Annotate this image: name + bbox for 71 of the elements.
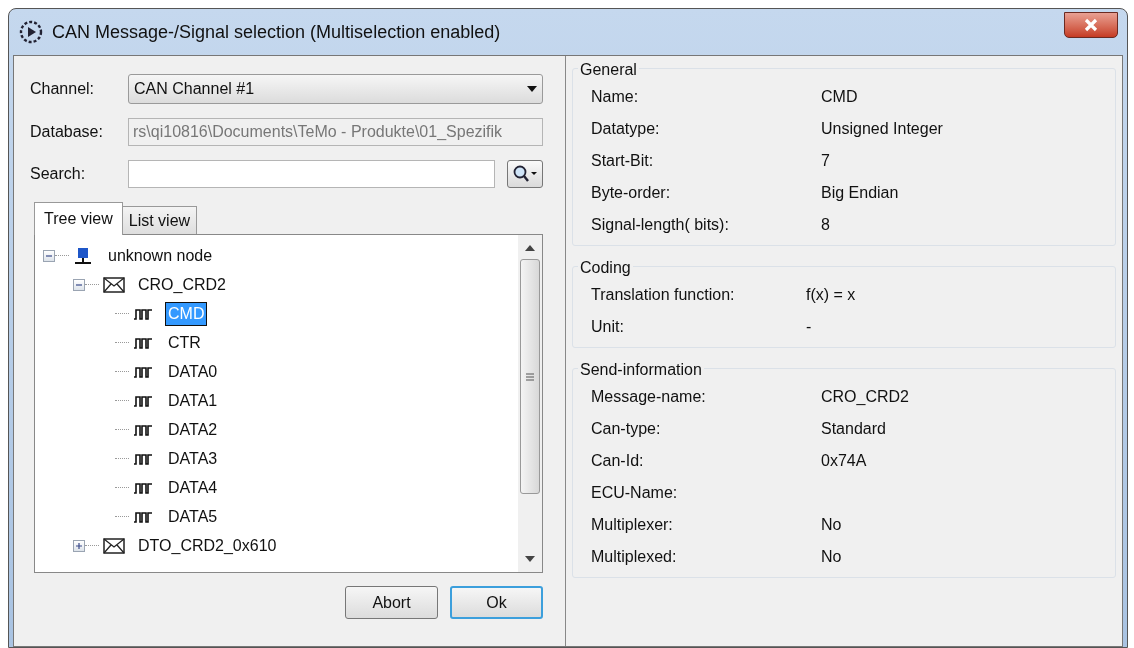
pulse-signal-icon — [133, 307, 153, 320]
tree-item[interactable]: DATA3 — [165, 447, 221, 470]
field-label: Channel: — [30, 79, 96, 99]
property-value: No — [821, 547, 842, 567]
pulse-signal-icon — [133, 423, 153, 436]
property-value: No — [821, 515, 842, 535]
plus-icon — [75, 541, 83, 550]
grip-icon — [526, 372, 534, 381]
property-value: Standard — [821, 419, 886, 439]
scrollbar-thumb[interactable] — [520, 259, 540, 494]
property-value: Big Endian — [821, 183, 899, 203]
property-value: CMD — [821, 87, 858, 107]
field-label: Search: — [30, 164, 87, 184]
tree-item[interactable]: CRO_CRD2 — [135, 273, 229, 296]
property-label: Translation function: — [591, 285, 736, 305]
property-label: Name: — [591, 87, 640, 107]
view-tab[interactable]: List view — [121, 206, 198, 234]
property-label: Message-name: — [591, 387, 707, 407]
scroll-down-icon[interactable] — [525, 556, 535, 562]
tree-item[interactable]: DTO_CRD2_0x610 — [135, 534, 280, 557]
search-icon — [512, 165, 538, 183]
property-label: Byte-order: — [591, 183, 672, 203]
property-value: - — [806, 317, 812, 337]
tree-item[interactable]: CTR — [165, 331, 204, 354]
search-button[interactable] — [507, 160, 543, 188]
property-label: Can-type: — [591, 419, 662, 439]
property-value: 7 — [821, 151, 830, 171]
app-gear-icon — [18, 19, 44, 45]
field-label: Database: — [30, 122, 104, 142]
dropdown-arrow-icon — [527, 86, 537, 92]
property-value: 0x74A — [821, 451, 867, 471]
property-label: Multiplexed: — [591, 547, 678, 567]
pulse-signal-icon — [133, 481, 153, 494]
search-field[interactable] — [128, 160, 495, 188]
expand-toggle[interactable] — [73, 539, 85, 552]
pulse-signal-icon — [133, 365, 153, 378]
close-button[interactable] — [1064, 12, 1118, 38]
property-value: 8 — [821, 215, 830, 235]
property-label: Datatype: — [591, 119, 661, 139]
property-label: Multiplexer: — [591, 515, 674, 535]
pulse-signal-icon — [133, 452, 153, 465]
collapse-toggle[interactable] — [73, 278, 85, 291]
property-label: Can-Id: — [591, 451, 645, 471]
dialog-button[interactable]: Ok — [450, 586, 543, 619]
property-value: Unsigned Integer — [821, 119, 943, 139]
pulse-signal-icon — [133, 336, 153, 349]
tree-item[interactable]: DATA4 — [165, 476, 221, 499]
scroll-up-icon[interactable] — [525, 245, 535, 251]
channel-dropdown[interactable]: CAN Channel #1 — [128, 74, 543, 104]
tree-item[interactable]: DATA2 — [165, 418, 221, 441]
vertical-scrollbar[interactable] — [518, 235, 542, 572]
window-title: CAN Message-/Signal selection (Multiselection enabled) — [52, 20, 501, 44]
property-label: Unit: — [591, 317, 625, 337]
collapse-toggle[interactable] — [43, 249, 55, 262]
tree-item[interactable]: unknown node — [105, 244, 216, 267]
pulse-signal-icon — [133, 510, 153, 523]
tree-item[interactable]: DATA1 — [165, 389, 221, 412]
close-icon — [1083, 18, 1099, 32]
property-label: Signal-length( bits): — [591, 215, 730, 235]
computer-icon — [73, 246, 93, 265]
pulse-signal-icon — [133, 394, 153, 407]
view-tab[interactable]: Tree view — [34, 202, 123, 235]
property-value: f(x) = x — [806, 285, 856, 305]
tree-item[interactable]: DATA0 — [165, 360, 221, 383]
property-value: CRO_CRD2 — [821, 387, 909, 407]
tree-item[interactable]: DATA5 — [165, 505, 221, 528]
property-label: Start-Bit: — [591, 151, 655, 171]
envelope-icon — [103, 276, 125, 293]
envelope-icon — [103, 537, 125, 554]
dialog-button[interactable]: Abort — [345, 586, 438, 619]
property-label: ECU-Name: — [591, 483, 679, 503]
